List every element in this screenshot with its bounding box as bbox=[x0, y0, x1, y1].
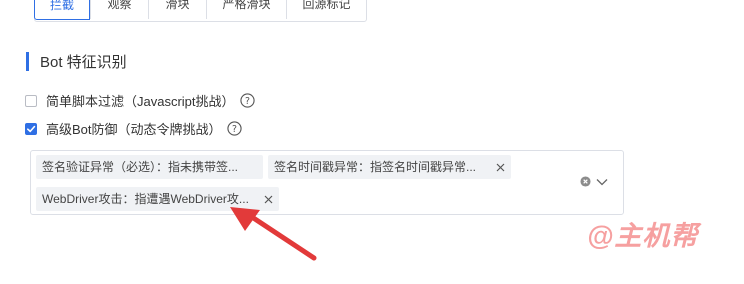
tag-remove-button[interactable] bbox=[494, 155, 506, 179]
chevron-down-icon[interactable] bbox=[596, 178, 608, 186]
bot-protection-panel: 拦截 观察 滑块 严格滑块 回源标记 Bot 特征识别 简单脚本过滤（Javas… bbox=[0, 0, 744, 284]
section-accent-bar bbox=[26, 51, 29, 71]
action-mode-selector: 拦截 观察 滑块 严格滑块 回源标记 bbox=[34, 0, 367, 22]
tab-observe[interactable]: 观察 bbox=[90, 0, 148, 19]
advanced-bot-option[interactable]: 高级Bot防御（动态令牌挑战） ? bbox=[25, 119, 242, 138]
tab-origin-mark[interactable]: 回源标记 bbox=[286, 0, 366, 19]
js-filter-option[interactable]: 简单脚本过滤（Javascript挑战） ? bbox=[25, 91, 255, 110]
question-circle-icon[interactable]: ? bbox=[239, 93, 255, 108]
checkmark-icon bbox=[27, 125, 36, 132]
tag-label: 签名时间戳异常：指签名时间戳异常... bbox=[274, 160, 477, 174]
annotation-arrow-icon bbox=[230, 207, 317, 261]
advanced-bot-checkbox[interactable] bbox=[25, 122, 37, 135]
js-filter-label: 简单脚本过滤（Javascript挑战） bbox=[46, 94, 235, 109]
watermark-logo: @主机帮 bbox=[587, 221, 699, 251]
question-circle-icon[interactable]: ? bbox=[226, 121, 242, 136]
tag-label: 签名验证异常（必选）：指未携带签... bbox=[42, 160, 239, 174]
svg-text:?: ? bbox=[232, 124, 237, 135]
advanced-bot-label: 高级Bot防御（动态令牌挑战） bbox=[46, 122, 222, 137]
tag-label: WebDriver攻击：指遭遇WebDriver攻... bbox=[42, 192, 249, 206]
selected-tag: 签名验证异常（必选）：指未携带签... bbox=[36, 155, 263, 179]
selected-tag: 签名时间戳异常：指签名时间戳异常... bbox=[268, 155, 511, 179]
tab-slider[interactable]: 滑块 bbox=[148, 0, 206, 19]
section-title: Bot 特征识别 bbox=[40, 53, 127, 71]
close-icon bbox=[496, 163, 504, 171]
bot-feature-multiselect[interactable]: 签名验证异常（必选）：指未携带签... 签名时间戳异常：指签名时间戳异常... … bbox=[30, 150, 624, 215]
tab-intercept[interactable]: 拦截 bbox=[34, 0, 90, 20]
clear-circle-icon[interactable] bbox=[580, 176, 591, 187]
svg-text:?: ? bbox=[245, 96, 250, 107]
close-icon bbox=[264, 195, 272, 203]
section-header: Bot 特征识别 bbox=[26, 51, 127, 71]
multiselect-controls bbox=[580, 176, 608, 187]
js-filter-checkbox[interactable] bbox=[25, 94, 37, 107]
tab-strict-slider[interactable]: 严格滑块 bbox=[206, 0, 286, 19]
